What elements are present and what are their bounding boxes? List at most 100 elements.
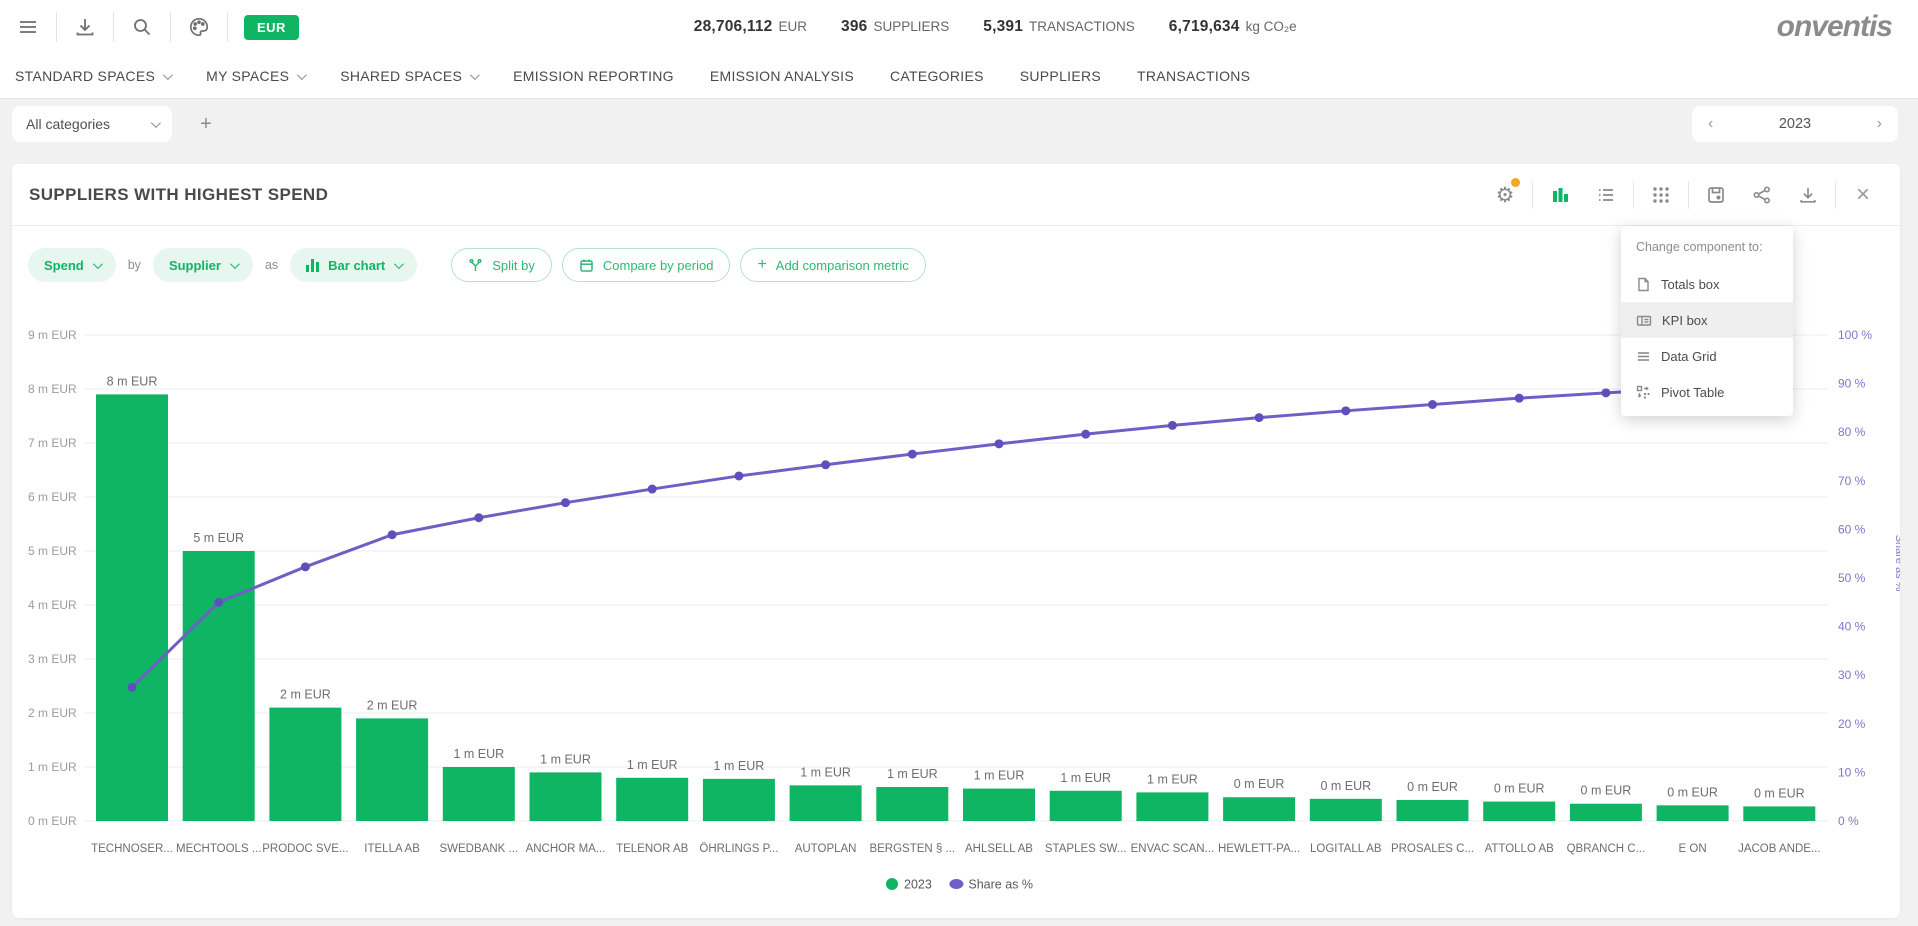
palette-icon[interactable] [171, 0, 227, 54]
data-grid-icon [1636, 349, 1651, 364]
nav-item-categories[interactable]: CATEGORIES [890, 68, 984, 84]
document-icon [1636, 277, 1651, 292]
svg-text:HEWLETT-PA...: HEWLETT-PA... [1218, 843, 1300, 855]
svg-text:ANCHOR MA...: ANCHOR MA... [526, 843, 606, 855]
grid-apps-icon[interactable] [1638, 164, 1684, 226]
svg-text:AUTOPLAN: AUTOPLAN [795, 843, 857, 855]
svg-text:2 m EUR: 2 m EUR [280, 688, 331, 702]
currency-badge[interactable]: EUR [244, 15, 299, 40]
bar-chart-icon [306, 259, 319, 272]
menu-item-pivot-table[interactable]: Pivot Table [1621, 374, 1793, 410]
stat-transactions: 5,391TRANSACTIONS [983, 18, 1135, 36]
search-icon[interactable] [114, 0, 170, 54]
calendar-icon [579, 258, 594, 273]
svg-text:1 m EUR: 1 m EUR [1060, 771, 1111, 785]
svg-text:8 m EUR: 8 m EUR [107, 374, 158, 388]
chart-type-dropdown[interactable]: Bar chart [290, 248, 417, 282]
svg-text:60 %: 60 % [1838, 522, 1866, 536]
svg-text:QBRANCH C...: QBRANCH C... [1567, 843, 1646, 855]
list-view-icon[interactable] [1583, 164, 1629, 226]
svg-text:0 m EUR: 0 m EUR [1407, 780, 1458, 794]
panel-header: SUPPLIERS WITH HIGHEST SPEND ⚙ [12, 164, 1900, 226]
compare-by-period-button[interactable]: Compare by period [562, 248, 731, 282]
save-icon[interactable] [1693, 164, 1739, 226]
menu-item-data-grid[interactable]: Data Grid [1621, 338, 1793, 374]
by-label: by [128, 258, 141, 272]
svg-text:1 m EUR: 1 m EUR [1147, 772, 1198, 786]
main-nav: STANDARD SPACES MY SPACES SHARED SPACES … [0, 54, 1918, 99]
svg-text:40 %: 40 % [1838, 620, 1866, 634]
svg-text:80 %: 80 % [1838, 425, 1866, 439]
bar-chart-view-icon[interactable] [1537, 164, 1583, 226]
year-value: 2023 [1779, 116, 1811, 132]
chevron-down-icon [163, 70, 173, 80]
nav-item-suppliers[interactable]: SUPPLIERS [1020, 68, 1101, 84]
svg-text:Share as %: Share as % [968, 878, 1033, 892]
nav-item-emission-reporting[interactable]: EMISSION REPORTING [513, 68, 674, 84]
svg-text:1 m EUR: 1 m EUR [540, 752, 591, 766]
download-icon[interactable] [1785, 164, 1831, 226]
dimension-dropdown[interactable]: Supplier [153, 248, 253, 282]
svg-text:BERGSTEN § ...: BERGSTEN § ... [869, 843, 955, 855]
divider [1688, 181, 1689, 209]
svg-text:ÖHRLINGS P...: ÖHRLINGS P... [699, 843, 778, 855]
divider [1633, 181, 1634, 209]
split-by-button[interactable]: Split by [451, 248, 552, 282]
svg-text:1 m EUR: 1 m EUR [974, 769, 1025, 783]
stat-suppliers: 396SUPPLIERS [841, 18, 949, 36]
svg-text:PRODOC SVE...: PRODOC SVE... [262, 843, 348, 855]
divider [227, 12, 228, 42]
svg-text:90 %: 90 % [1838, 377, 1866, 391]
share-icon[interactable] [1739, 164, 1785, 226]
svg-text:5 m EUR: 5 m EUR [193, 531, 244, 545]
menu-icon[interactable] [0, 0, 56, 54]
stat-co2: 6,719,634kg CO₂e [1169, 18, 1297, 36]
svg-text:50 %: 50 % [1838, 571, 1866, 585]
add-category-button[interactable]: + [188, 106, 224, 142]
close-icon[interactable]: × [1840, 164, 1886, 226]
svg-text:0 m EUR: 0 m EUR [28, 814, 77, 828]
chevron-down-icon [93, 259, 103, 269]
menu-item-kpi-box[interactable]: KPI box [1621, 302, 1793, 338]
chevron-down-icon [151, 118, 161, 128]
top-bar: EUR 28,706,112EUR 396SUPPLIERS 5,391TRAN… [0, 0, 1918, 54]
nav-item-my-spaces[interactable]: MY SPACES [206, 68, 304, 84]
chart-controls: Spend by Supplier as Bar chart Split by … [28, 248, 926, 282]
svg-text:1 m EUR: 1 m EUR [714, 759, 765, 773]
next-year-button[interactable]: › [1877, 115, 1882, 133]
svg-text:0 m EUR: 0 m EUR [1581, 784, 1632, 798]
svg-text:PROSALES C...: PROSALES C... [1391, 843, 1474, 855]
settings-icon[interactable]: ⚙ [1482, 164, 1528, 226]
download-icon[interactable] [57, 0, 113, 54]
svg-text:TELENOR AB: TELENOR AB [616, 843, 689, 855]
svg-text:2 m EUR: 2 m EUR [367, 698, 418, 712]
kpi-card-icon [1636, 313, 1652, 328]
svg-text:5 m EUR: 5 m EUR [28, 544, 77, 558]
svg-text:1 m EUR: 1 m EUR [28, 760, 77, 774]
svg-text:9 m EUR: 9 m EUR [28, 328, 77, 342]
svg-text:Share as %: Share as % [1893, 535, 1900, 592]
split-icon [468, 258, 483, 273]
prev-year-button[interactable]: ‹ [1708, 115, 1713, 133]
svg-text:ATTOLLO AB: ATTOLLO AB [1485, 843, 1555, 855]
metric-dropdown[interactable]: Spend [28, 248, 116, 282]
category-filter-dropdown[interactable]: All categories [12, 106, 172, 142]
nav-item-emission-analysis[interactable]: EMISSION ANALYSIS [710, 68, 854, 84]
svg-text:E ON: E ON [1679, 843, 1707, 855]
svg-text:LOGITALL AB: LOGITALL AB [1310, 843, 1382, 855]
svg-text:100 %: 100 % [1838, 328, 1872, 342]
svg-text:TECHNOSER...: TECHNOSER... [91, 843, 173, 855]
nav-item-standard-spaces[interactable]: STANDARD SPACES [15, 68, 170, 84]
as-label: as [265, 258, 278, 272]
divider [1835, 181, 1836, 209]
svg-text:3 m EUR: 3 m EUR [28, 652, 77, 666]
nav-item-shared-spaces[interactable]: SHARED SPACES [340, 68, 477, 84]
chevron-down-icon [297, 70, 307, 80]
add-comparison-metric-button[interactable]: + Add comparison metric [740, 248, 925, 282]
svg-text:0 m EUR: 0 m EUR [1754, 786, 1805, 800]
notification-dot [1511, 178, 1520, 187]
menu-item-totals-box[interactable]: Totals box [1621, 266, 1793, 302]
svg-text:4 m EUR: 4 m EUR [28, 598, 77, 612]
svg-text:1 m EUR: 1 m EUR [453, 747, 504, 761]
nav-item-transactions[interactable]: TRANSACTIONS [1137, 68, 1250, 84]
